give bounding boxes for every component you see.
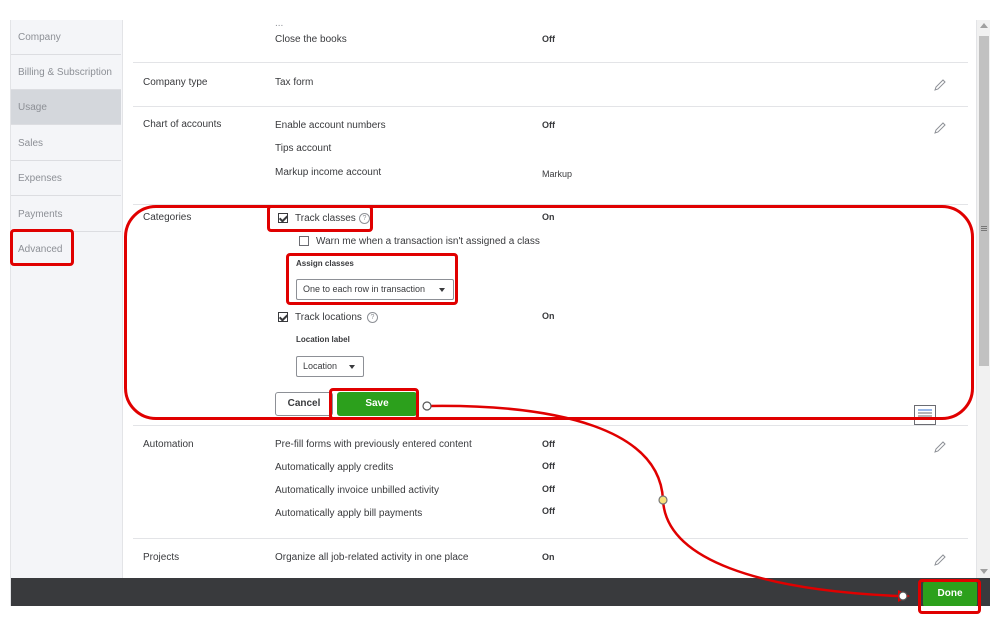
pencil-icon[interactable] — [933, 553, 947, 567]
warn-unassigned-class-label: Warn me when a transaction isn't assigne… — [316, 236, 540, 247]
done-button[interactable]: Done — [923, 581, 977, 606]
enable-account-numbers-label: Enable account numbers — [275, 120, 386, 131]
grip-icon — [981, 226, 987, 227]
sidebar-item-usage[interactable]: Usage — [11, 90, 121, 125]
assign-classes-label: Assign classes — [296, 259, 354, 268]
scroll-down-icon[interactable] — [980, 569, 988, 574]
sidebar-item-company[interactable]: Company — [11, 20, 121, 55]
scroll-thumb[interactable] — [979, 36, 989, 366]
track-classes-checkbox[interactable] — [278, 213, 288, 223]
organize-job-activity-label: Organize all job-related activity in one… — [275, 552, 469, 563]
track-locations-checkbox[interactable] — [278, 312, 288, 322]
automation-label: Automation — [143, 439, 194, 450]
help-icon[interactable]: ? — [367, 312, 378, 323]
sidebar-item-advanced[interactable]: Advanced — [11, 232, 121, 267]
accounting-section: ... Close the books Off — [133, 20, 968, 63]
apply-bill-payments-value: Off — [542, 506, 555, 516]
sidebar-item-sales[interactable]: Sales — [11, 126, 121, 161]
assign-classes-select[interactable]: One to each row in transaction — [296, 279, 454, 300]
enable-account-numbers-value: Off — [542, 120, 555, 130]
pencil-icon[interactable] — [933, 78, 947, 92]
sidebar-item-payments[interactable]: Payments — [11, 197, 121, 232]
settings-footer: Done — [11, 578, 990, 606]
chevron-down-icon — [439, 288, 445, 292]
truncated-row-label: ... — [275, 20, 284, 29]
company-type-label: Company type — [143, 77, 208, 88]
list-icon[interactable] — [914, 405, 936, 425]
settings-sidebar: Company Billing & Subscription Usage Sal… — [11, 20, 121, 578]
close-books-value: Off — [542, 34, 555, 44]
vertical-scrollbar[interactable] — [977, 20, 990, 578]
location-label-selected: Location — [303, 361, 338, 371]
warn-unassigned-class-checkbox[interactable] — [299, 236, 309, 246]
chart-of-accounts-label: Chart of accounts — [143, 119, 222, 130]
invoice-unbilled-label: Automatically invoice unbilled activity — [275, 485, 439, 496]
location-label-select[interactable]: Location — [296, 356, 364, 377]
settings-content: ... Close the books Off Company type Tax… — [122, 20, 977, 578]
pencil-icon[interactable] — [933, 440, 947, 454]
scroll-up-icon[interactable] — [980, 23, 988, 28]
prefill-forms-label: Pre-fill forms with previously entered c… — [275, 439, 472, 450]
categories-section: Categories Track classes ? On Warn me wh… — [133, 205, 968, 426]
markup-income-account-label: Markup income account — [275, 167, 382, 178]
location-label-heading: Location label — [296, 335, 350, 344]
sidebar-item-billing-subscription[interactable]: Billing & Subscription — [11, 55, 121, 90]
track-locations-value: On — [542, 311, 555, 321]
tax-form-label: Tax form — [275, 77, 314, 88]
save-button[interactable]: Save — [337, 392, 417, 416]
apply-credits-value: Off — [542, 461, 555, 471]
track-classes-value: On — [542, 212, 555, 222]
chart-of-accounts-section[interactable]: Chart of accounts Enable account numbers… — [133, 107, 968, 205]
assign-classes-selected: One to each row in transaction — [303, 284, 426, 294]
organize-job-activity-value: On — [542, 552, 555, 562]
pencil-icon[interactable] — [933, 121, 947, 135]
track-classes-label: Track classes — [295, 213, 356, 224]
track-locations-label: Track locations — [295, 312, 362, 323]
sidebar-item-expenses[interactable]: Expenses — [11, 161, 121, 196]
markup-income-account-value: Markup — [542, 169, 573, 179]
prefill-forms-value: Off — [542, 439, 555, 449]
invoice-unbilled-value: Off — [542, 484, 555, 494]
tips-account-label: Tips account — [275, 143, 332, 154]
settings-window: Company Billing & Subscription Usage Sal… — [10, 20, 990, 606]
company-type-section[interactable]: Company type Tax form — [133, 63, 968, 107]
projects-label: Projects — [143, 552, 180, 563]
apply-credits-label: Automatically apply credits — [275, 462, 394, 473]
apply-bill-payments-label: Automatically apply bill payments — [275, 508, 423, 519]
close-books-label: Close the books — [275, 34, 347, 45]
automation-section[interactable]: Automation Pre-fill forms with previousl… — [133, 426, 968, 539]
categories-label: Categories — [143, 212, 192, 223]
chevron-down-icon — [349, 365, 355, 369]
cancel-button[interactable]: Cancel — [275, 392, 333, 416]
help-icon[interactable]: ? — [359, 213, 370, 224]
